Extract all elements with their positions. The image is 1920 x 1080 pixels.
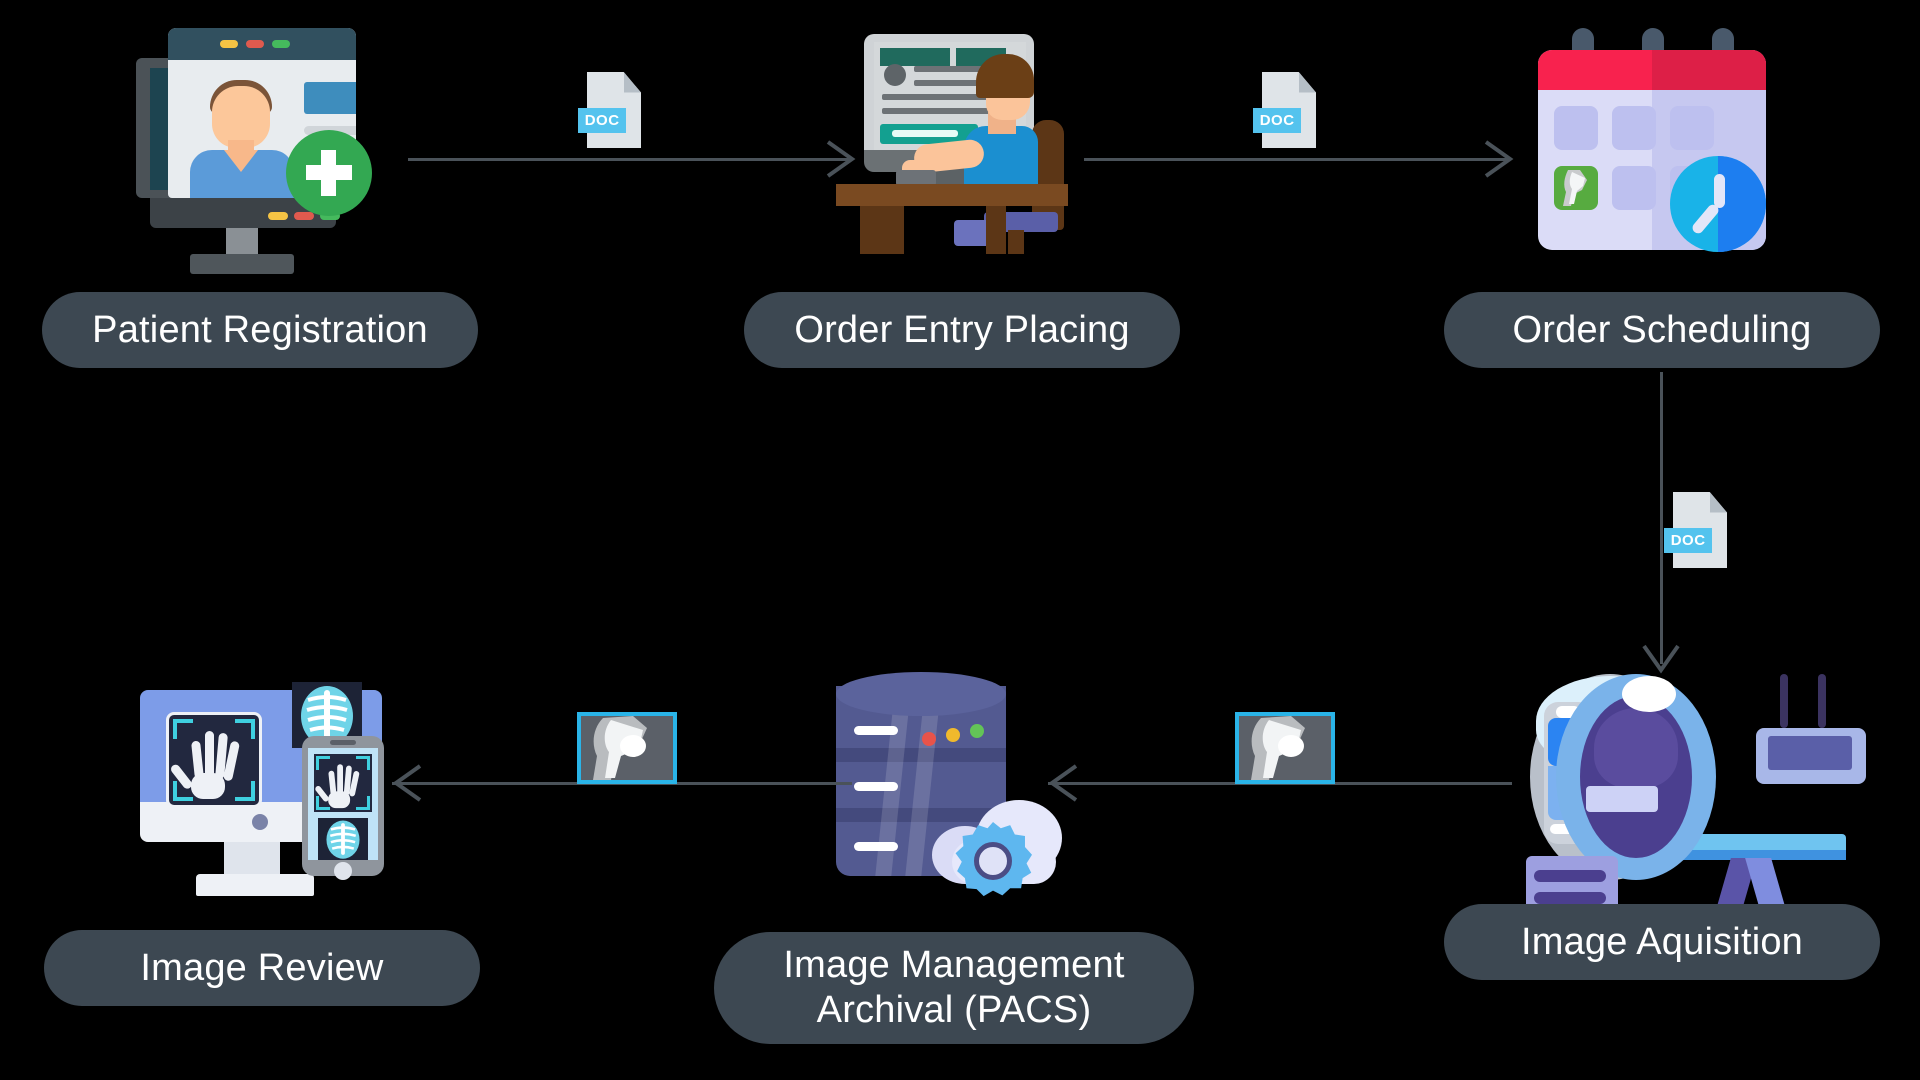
scheduling-clock-icon [1670, 156, 1766, 252]
doc-badge-reg-to-order: DOC [578, 72, 641, 148]
plus-bar-vertical [321, 150, 336, 196]
node-order-entry-illustration [836, 24, 1076, 274]
knee-xray-glyph [581, 716, 673, 780]
mobile-chest-xray [318, 818, 368, 860]
xray-corner-tr [235, 719, 255, 739]
patient-record-field [304, 82, 356, 114]
order-form-submit-label [892, 130, 958, 137]
monitor-stand [190, 254, 294, 274]
review-monitor-foot [196, 874, 314, 896]
clock-hand-minute [1690, 202, 1721, 236]
order-form-avatar-dot [884, 64, 906, 86]
node-label-order-scheduling[interactable]: Order Scheduling [1444, 292, 1880, 368]
order-form-header-left [880, 48, 950, 66]
xray-corner-bl [316, 796, 330, 810]
clock-hand-hour [1714, 174, 1725, 208]
mobile-speaker [330, 740, 356, 745]
node-label-order-entry-placing[interactable]: Order Entry Placing [744, 292, 1180, 368]
workflow-diagram: Patient Registration DOC Order Entry Pla… [0, 0, 1920, 1080]
titlebar-dot-yellow [220, 40, 238, 48]
calendar-cell [1612, 106, 1656, 150]
connector-order-to-schedule-arrowhead [1484, 140, 1514, 178]
node-label-patient-registration[interactable]: Patient Registration [42, 292, 478, 368]
node-label-image-aquisition[interactable]: Image Aquisition [1444, 904, 1880, 980]
gear-hub [974, 842, 1012, 880]
scanner-bore-pad [1586, 786, 1658, 812]
node-label-image-management-pacs[interactable]: Image Management Archival (PACS) [714, 932, 1194, 1044]
xray-corner-br [356, 796, 370, 810]
titlebar-dot-red [246, 40, 264, 48]
scanner-base-line [1534, 892, 1606, 904]
desk-leg-left [860, 206, 904, 254]
scanner-antenna-right [1818, 674, 1826, 728]
chest-xray-glyph [326, 820, 360, 859]
desk-top [836, 184, 1068, 206]
hand-xray-panel [166, 712, 262, 808]
xray-corner-tr [356, 756, 370, 770]
calendar-cell [1612, 166, 1656, 210]
doc-corner-fold [623, 72, 641, 93]
order-form-line [882, 108, 994, 114]
mobile-hand-xray [314, 754, 372, 812]
connector-reg-to-order-line [408, 158, 852, 161]
node-pacs-illustration [836, 672, 1076, 912]
connector-order-to-schedule-line [1084, 158, 1510, 161]
xray-badge-acquire-to-pacs [1235, 712, 1335, 784]
calendar-knee-xray-tile [1554, 166, 1598, 210]
doc-type-label: DOC [1253, 107, 1301, 133]
scanner-base-line [1534, 870, 1606, 882]
xray-badge-pacs-to-review [577, 712, 677, 784]
doc-type-label: DOC [578, 107, 626, 133]
database-led-green [970, 724, 984, 738]
monitor-dot-yellow [268, 212, 288, 220]
doc-corner-fold [1298, 72, 1316, 93]
scanner-bore-highlight [1594, 708, 1678, 788]
database-led-red [922, 732, 936, 746]
knee-xray-glyph [1563, 170, 1587, 206]
scanner-gantry-gloss [1622, 676, 1676, 712]
xray-corner-tl [173, 719, 193, 739]
node-image-review-illustration [140, 672, 400, 922]
calendar-cell [1554, 106, 1598, 150]
node-image-acquisition-illustration [1518, 658, 1878, 938]
monitor-neck [226, 228, 258, 254]
scanner-antenna-left [1780, 674, 1788, 728]
node-order-scheduling-illustration [1538, 28, 1778, 268]
node-patient-registration-illustration [128, 20, 388, 280]
pacs-label-line-2: Archival (PACS) [816, 989, 1092, 1031]
node-label-image-review[interactable]: Image Review [44, 930, 480, 1006]
patient-avatar-head [212, 86, 270, 148]
xray-corner-tl [316, 756, 330, 770]
clinician-hair [976, 54, 1034, 98]
scanner-console-screen [1768, 736, 1852, 770]
doc-badge-schedule-to-acquire: DOC [1664, 492, 1727, 568]
database-top-disc [836, 672, 1006, 716]
knee-xray-glyph [1239, 716, 1331, 780]
pacs-label-line-1: Image Management [783, 944, 1125, 987]
clock-shade [1718, 156, 1766, 252]
doc-type-label: DOC [1664, 527, 1712, 553]
doc-corner-fold [1709, 492, 1727, 513]
monitor-dot-red [294, 212, 314, 220]
xray-corner-br [235, 781, 255, 801]
review-monitor-dot [252, 814, 268, 830]
database-led-yellow [946, 728, 960, 742]
desk-leg-right [986, 206, 1006, 254]
xray-corner-bl [173, 781, 193, 801]
doc-badge-order-to-schedule: DOC [1253, 72, 1316, 148]
office-chair-post [1008, 230, 1024, 254]
calendar-header-shade [1652, 50, 1766, 90]
titlebar-dot-green [272, 40, 290, 48]
calendar-cell [1670, 106, 1714, 150]
connector-schedule-to-acquire-line [1660, 372, 1663, 664]
mobile-home-button [334, 862, 352, 880]
